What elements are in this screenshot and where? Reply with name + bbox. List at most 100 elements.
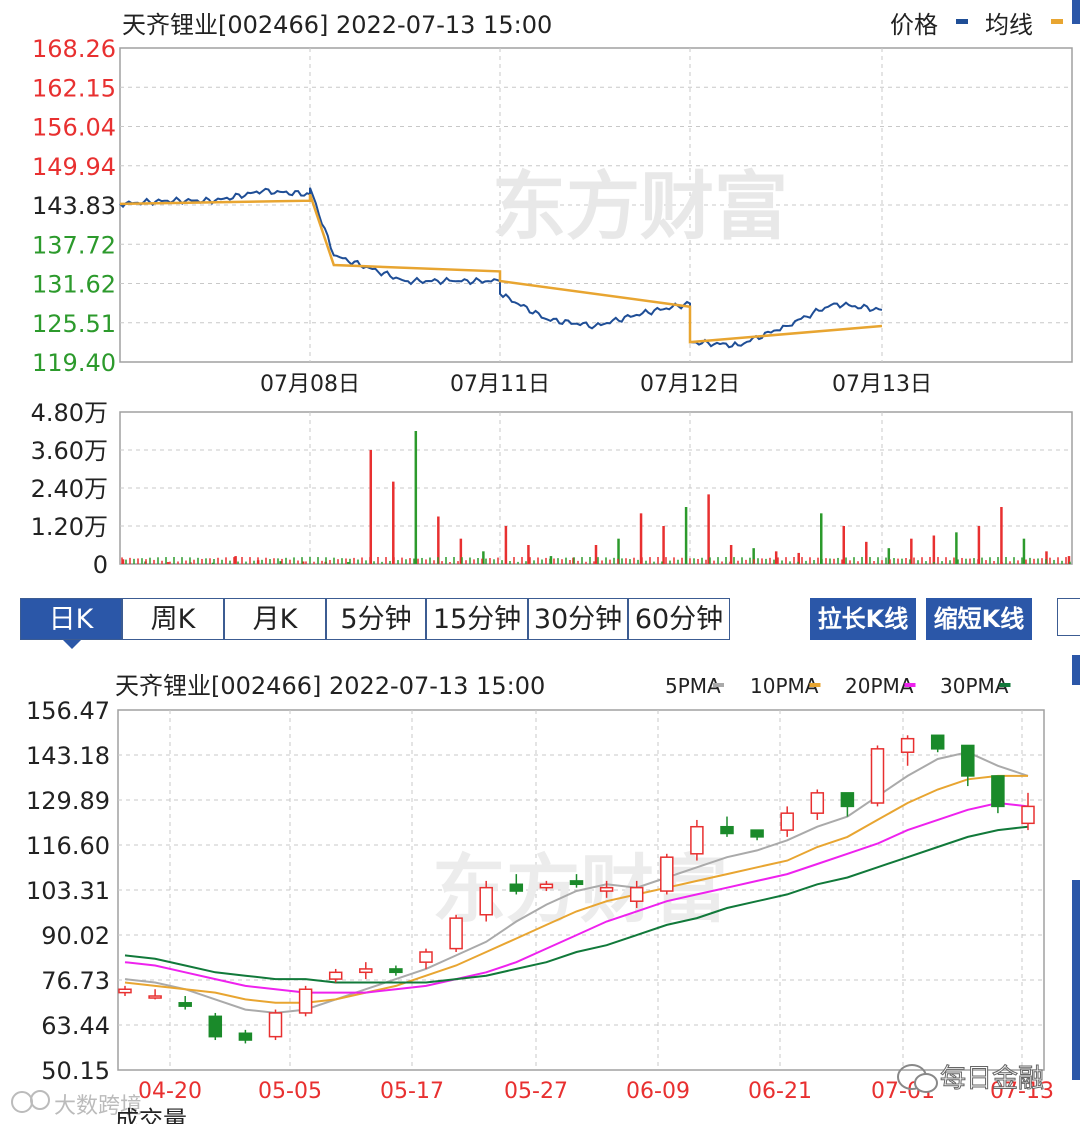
intraday-y-tick-label: 125.51 (32, 310, 116, 338)
kline-y-tick-label: 76.73 (41, 967, 110, 995)
kline-header: 天齐锂业[002466] 2022-07-13 15:00 (115, 672, 545, 700)
kline-candle-body (840, 792, 855, 808)
kline-legend-swatch (904, 683, 916, 687)
tab-3[interactable]: 5分钟 (326, 598, 426, 640)
kline-x-tick-label: 05-05 (258, 1079, 322, 1104)
intraday-y-tick-label: 149.94 (32, 153, 116, 181)
intraday-y-tick-label: 143.83 (32, 192, 116, 220)
intraday-legend-label: 价格 (890, 11, 938, 39)
tab-5[interactable]: 30分钟 (528, 598, 628, 640)
volume-y-tick-label: 1.20万 (31, 513, 108, 541)
tab-1[interactable]: 周K (122, 598, 224, 640)
kline-y-tick-label: 143.18 (26, 742, 110, 770)
intraday-x-tick-label: 07月11日 (450, 372, 550, 397)
kline-candle-body (629, 886, 644, 902)
watermark-logo-icon-2 (30, 1090, 50, 1110)
kline-candle-body (359, 968, 373, 974)
kline-candle-body (328, 971, 343, 980)
kline-y-tick-label: 116.60 (26, 832, 110, 860)
kline-candle-body (539, 883, 554, 889)
intraday-y-axis: 168.26 162.15 156.04 149.94 143.83 137.72 131.… (32, 35, 116, 377)
kline-legend: 5PMA 10PMA 20PMA 30PMA (665, 674, 1011, 698)
wechat-icon-2 (914, 1073, 938, 1093)
kline-x-tick-label: 06-21 (748, 1079, 812, 1104)
shorten-kline-button[interactable]: 缩短K线 (926, 598, 1032, 640)
intraday-y-tick-label: 119.40 (32, 349, 116, 377)
intraday-y-tick-label: 162.15 (32, 74, 116, 102)
kline-legend-label: 5PMA (665, 674, 721, 698)
kline-x-tick-label: 06-09 (626, 1079, 690, 1104)
kline-y-tick-label: 50.15 (41, 1057, 110, 1085)
intraday-header: 天齐锂业[002466] 2022-07-13 15:00 (122, 11, 552, 39)
intraday-legend-swatch (1051, 19, 1063, 24)
kline-candle-body (268, 1012, 283, 1038)
intraday-y-tick-label: 131.62 (32, 271, 116, 299)
kline-legend-swatch (999, 683, 1011, 687)
kline-candle-body (389, 968, 403, 974)
intraday-legend: 价格 均线 (890, 11, 1063, 39)
kline-candle-body (660, 856, 674, 892)
kline-candle-body (509, 883, 524, 892)
kline-candle-body (148, 995, 162, 999)
intraday-y-tick-label: 168.26 (32, 35, 116, 63)
kline-candle-body (720, 825, 734, 835)
kline-candle-body (298, 988, 313, 1014)
kline-candle-body (780, 812, 794, 831)
kline-candle-body (870, 748, 885, 804)
volume-y-axis: 4.80万 3.60万 2.40万 1.20万 0 (31, 399, 108, 579)
active-tab-caret (63, 640, 81, 649)
kline-x-tick-label: 05-17 (380, 1079, 444, 1104)
kline-legend-label: 10PMA (750, 674, 819, 698)
intraday-x-axis: 07月08日 07月11日 07月12日 07月13日 (260, 372, 932, 397)
volume-y-tick-label: 3.60万 (31, 437, 108, 465)
kline-candle-body (930, 734, 945, 750)
chart-stage: 天齐锂业[002466] 2022-07-13 15:00 价格 均线 东方财富 … (11, 0, 1080, 1124)
kline-candle-body (991, 775, 1005, 808)
kline-y-tick-label: 103.31 (26, 877, 110, 905)
kline-candle-body (479, 886, 493, 916)
intraday-legend-swatch (956, 19, 968, 24)
kline-candle-body (599, 886, 614, 892)
cropped-tab[interactable] (1057, 598, 1080, 636)
kline-y-tick-label: 129.89 (26, 787, 110, 815)
lengthen-kline-button[interactable]: 拉长K线 (810, 598, 916, 640)
tab-2[interactable]: 月K (224, 598, 326, 640)
kline-y-tick-label: 156.47 (26, 697, 110, 725)
kline-x-tick-label: 05-27 (504, 1079, 568, 1104)
intraday-x-tick-label: 07月13日 (832, 372, 932, 397)
kline-chart: 天齐锂业[002466] 2022-07-13 15:00 5PMA 10PMA 2… (26, 672, 1054, 1104)
kline-legend-swatch (713, 683, 724, 687)
kline-candle-body (900, 737, 915, 753)
volume-y-tick-label: 2.40万 (31, 475, 108, 503)
kline-candle-body (419, 951, 433, 963)
watermark-logo-icon (11, 1091, 33, 1113)
intraday-watermark: 东方财富 (492, 164, 788, 250)
right-edge-marker (1072, 0, 1080, 24)
right-edge-marker-2 (1072, 655, 1080, 685)
kline-candle-body (1021, 805, 1035, 825)
kline-y-axis: 156.47 143.18 129.89 116.60 103.31 90.02 76.73… (26, 697, 110, 1085)
kline-candle-body (118, 988, 132, 994)
kline-legend-label: 20PMA (845, 674, 914, 698)
kline-candle-body (810, 792, 825, 814)
kline-candle-body (238, 1032, 253, 1041)
tab-4[interactable]: 15分钟 (426, 598, 528, 640)
kline-candle-body (449, 917, 463, 950)
kline-legend-swatch (809, 683, 821, 687)
kline-candle-body (961, 744, 975, 777)
volume-chart: 4.80万 3.60万 2.40万 1.20万 0 (31, 399, 1073, 579)
tab-0[interactable]: 日K (20, 598, 122, 640)
kline-candle-body (690, 825, 704, 855)
intraday-legend-label: 均线 (985, 11, 1033, 39)
kline-y-tick-label: 90.02 (41, 922, 110, 950)
kline-legend-label: 30PMA (940, 674, 1009, 698)
intraday-y-tick-label: 156.04 (32, 114, 116, 142)
intraday-y-tick-label: 137.72 (32, 231, 116, 259)
kline-y-tick-label: 63.44 (41, 1012, 110, 1040)
kline-candle-body (750, 829, 764, 838)
kline-candle-body (178, 1002, 192, 1007)
volume-y-tick-label: 0 (93, 551, 108, 579)
tab-6[interactable]: 60分钟 (628, 598, 730, 640)
intraday-x-tick-label: 07月08日 (260, 372, 360, 397)
volume-y-tick-label: 4.80万 (31, 399, 108, 427)
